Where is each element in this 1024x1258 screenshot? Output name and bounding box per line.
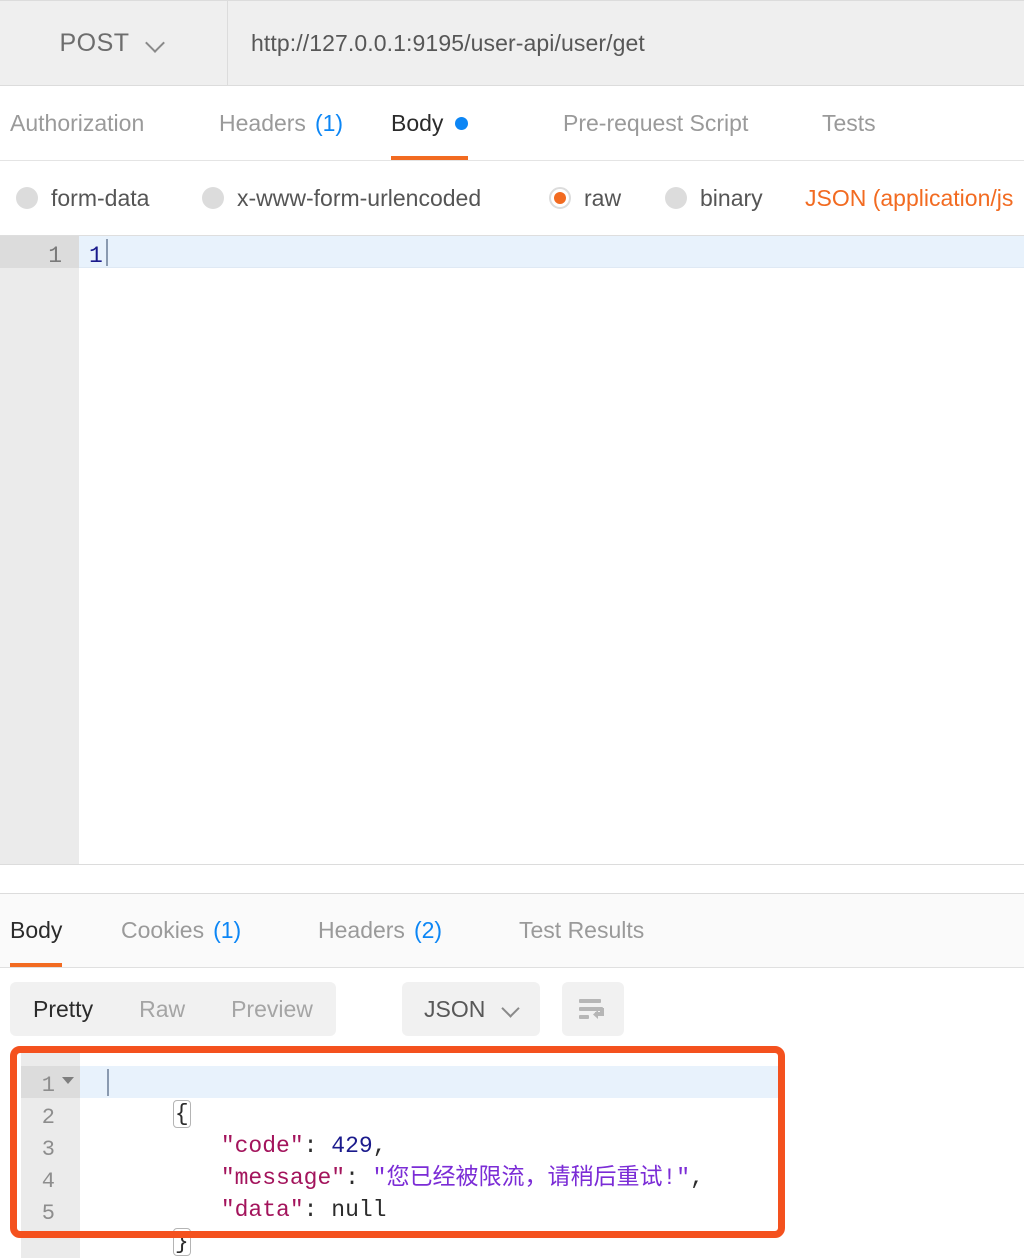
response-tab-body[interactable]: Body: [10, 894, 63, 967]
request-editor-text: 1: [89, 243, 103, 269]
http-method-label: POST: [59, 28, 130, 57]
body-type-radio-group: form-data x-www-form-urlencoded raw bina…: [0, 161, 1024, 235]
tab-headers-label: Headers: [219, 109, 306, 136]
content-type-label: JSON (application/js: [805, 184, 1014, 211]
tab-headers-count: (1): [314, 109, 344, 136]
response-body-viewer[interactable]: 1 2 3 4 5 { "code": 429, "message": "您已经…: [0, 1050, 1024, 1258]
radio-raw-circle-icon: [549, 187, 571, 209]
response-code-content[interactable]: { "code": 429, "message": "您已经被限流，请稍后重试!…: [80, 1050, 1024, 1258]
response-view-toolbar: Pretty Raw Preview JSON: [0, 968, 1024, 1050]
response-tab-headers-count: (2): [413, 917, 443, 943]
request-body-editor[interactable]: 1 1: [0, 235, 1024, 864]
tab-body[interactable]: Body: [391, 86, 469, 160]
response-format-selector[interactable]: JSON: [402, 982, 541, 1036]
response-line-number: 5: [41, 1201, 55, 1226]
response-tab-cookies-count: (1): [213, 917, 242, 943]
response-tab-bar: Body Cookies (1) Headers (2) Test Result…: [0, 894, 1024, 968]
view-mode-raw-label: Raw: [139, 995, 186, 1022]
radio-x-www-form-urlencoded-circle-icon: [202, 187, 224, 209]
response-tab-cookies-label: Cookies: [121, 917, 205, 943]
request-line-number: 1: [48, 243, 62, 269]
view-mode-pretty-label: Pretty: [33, 995, 94, 1022]
radio-binary-circle-icon: [665, 187, 687, 209]
response-line-number: 1: [41, 1073, 55, 1098]
code-fold-caret-icon[interactable]: [62, 1077, 74, 1084]
tab-pre-request-script-label: Pre-request Script: [563, 109, 749, 136]
response-view-mode-group: Pretty Raw Preview: [10, 982, 336, 1036]
text-cursor: [107, 1069, 109, 1096]
response-format-label: JSON: [424, 995, 486, 1022]
tab-authorization[interactable]: Authorization: [10, 86, 144, 160]
radio-raw-label: raw: [584, 184, 622, 211]
request-url-bar: POST http://127.0.0.1:9195/user-api/user…: [0, 0, 1024, 86]
view-mode-pretty[interactable]: Pretty: [10, 982, 116, 1036]
response-line-number: 3: [41, 1137, 55, 1162]
word-wrap-toggle-button[interactable]: [562, 982, 624, 1036]
tab-tests[interactable]: Tests: [822, 86, 876, 160]
code-line-5: }: [90, 1194, 191, 1258]
radio-x-www-form-urlencoded[interactable]: x-www-form-urlencoded: [202, 161, 481, 235]
unsaved-indicator-icon: [455, 116, 469, 130]
json-value-data: null: [331, 1197, 387, 1223]
chevron-down-icon: [502, 999, 522, 1019]
tab-headers[interactable]: Headers (1): [219, 86, 343, 160]
view-mode-preview[interactable]: Preview: [208, 982, 336, 1036]
tab-tests-label: Tests: [822, 109, 876, 136]
text-cursor: [106, 239, 108, 266]
response-line-number: 4: [41, 1169, 55, 1194]
panel-splitter[interactable]: [0, 864, 1024, 894]
json-comma: ,: [690, 1165, 704, 1191]
url-value: http://127.0.0.1:9195/user-api/user/get: [251, 29, 645, 56]
radio-binary-label: binary: [700, 184, 763, 211]
request-tab-bar: Authorization Headers (1) Body Pre-reque…: [0, 86, 1024, 161]
tab-authorization-label: Authorization: [10, 109, 145, 136]
json-close-brace: }: [172, 1228, 191, 1256]
response-tab-headers[interactable]: Headers (2): [318, 894, 442, 967]
tab-body-active-underline: [391, 156, 469, 160]
view-mode-raw[interactable]: Raw: [116, 982, 208, 1036]
response-tab-test-results[interactable]: Test Results: [519, 894, 644, 967]
request-editor-gutter: 1: [0, 236, 79, 864]
radio-form-data-label: form-data: [51, 184, 150, 211]
radio-binary[interactable]: binary: [665, 161, 763, 235]
chevron-down-icon: [146, 32, 168, 54]
json-key-data: "data": [220, 1197, 304, 1223]
content-type-selector[interactable]: JSON (application/js: [805, 161, 1013, 235]
tab-body-label: Body: [391, 109, 444, 136]
response-tab-cookies[interactable]: Cookies (1): [121, 894, 241, 967]
response-tab-headers-label: Headers: [318, 917, 405, 943]
radio-x-www-form-urlencoded-label: x-www-form-urlencoded: [237, 184, 482, 211]
radio-form-data-circle-icon: [16, 187, 38, 209]
view-mode-preview-label: Preview: [231, 995, 313, 1022]
json-colon: :: [303, 1197, 332, 1223]
radio-form-data[interactable]: form-data: [16, 161, 149, 235]
response-line-number: 2: [41, 1105, 55, 1130]
response-tab-body-active-underline: [10, 963, 63, 967]
tab-pre-request-script[interactable]: Pre-request Script: [563, 86, 748, 160]
json-value-message: "您已经被限流，请稍后重试!": [372, 1165, 691, 1191]
http-method-selector[interactable]: POST: [0, 1, 228, 85]
request-active-line-highlight: [79, 236, 1024, 268]
url-input[interactable]: http://127.0.0.1:9195/user-api/user/get: [229, 1, 1024, 85]
radio-raw[interactable]: raw: [549, 161, 621, 235]
response-tab-body-label: Body: [10, 917, 63, 943]
response-tab-test-results-label: Test Results: [519, 917, 645, 943]
word-wrap-icon: [579, 999, 604, 1019]
request-editor-content[interactable]: 1: [79, 236, 1024, 864]
